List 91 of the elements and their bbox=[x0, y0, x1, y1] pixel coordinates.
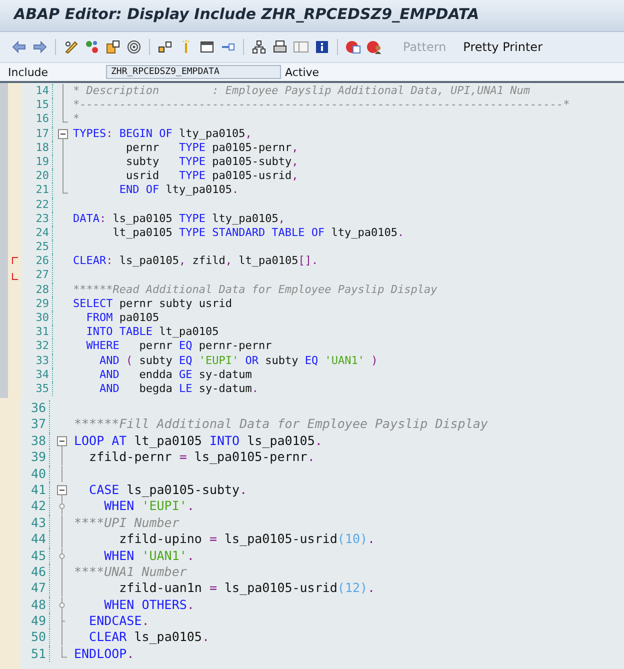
line-number: 25 bbox=[22, 240, 53, 254]
code-line: ******Read Additional Data for Employee Payslip Display bbox=[73, 282, 438, 297]
code-line: AND begda LE sy-datum. bbox=[98, 382, 260, 396]
code-line: ******Fill Additional Data for Employee Payslip Display bbox=[74, 416, 489, 433]
line-number: 44 bbox=[20, 531, 50, 548]
code-line: usrid TYPE pa0105-usrid, bbox=[124, 169, 300, 184]
code-line: pernr TYPE pa0105-pernr, bbox=[124, 140, 300, 155]
spiral-icon[interactable] bbox=[126, 39, 142, 55]
line-number: 20 bbox=[22, 169, 53, 184]
stop-window-icon[interactable] bbox=[345, 39, 361, 55]
code-line: WHEN OTHERS. bbox=[103, 596, 196, 614]
line-number: 39 bbox=[20, 449, 50, 466]
code-line: ****UNA1 Number bbox=[74, 564, 188, 580]
code-line: *-------------------------------------------------------------------------* bbox=[73, 98, 571, 112]
line-number: 32 bbox=[22, 339, 53, 354]
code-line: zfild-uan1n = ls_pa0105-usrid(12). bbox=[118, 580, 376, 597]
line-number: 24 bbox=[22, 226, 53, 240]
field-label: Include bbox=[8, 66, 50, 78]
line-number: 21 bbox=[22, 183, 53, 198]
line-number: 38 bbox=[20, 432, 50, 450]
code-editor[interactable] bbox=[0, 83, 624, 398]
code-line: FROM pa0105 bbox=[85, 311, 160, 326]
code-line: * bbox=[73, 112, 81, 127]
line-number: 51 bbox=[20, 646, 50, 662]
code-line: ENDLOOP. bbox=[74, 646, 136, 662]
stop-user-icon[interactable] bbox=[366, 39, 382, 55]
line-number: 42 bbox=[20, 498, 50, 515]
line-number: 45 bbox=[20, 548, 50, 564]
code-line: subty TYPE pa0105-subty, bbox=[124, 154, 300, 170]
window-icon[interactable] bbox=[199, 39, 215, 55]
code-line: AND ( subty EQ 'EUPI' OR subty EQ 'UAN1' ) bbox=[98, 354, 379, 368]
code-line: WHEN 'UAN1'. bbox=[103, 548, 196, 564]
code-line: ****UPI Number bbox=[74, 514, 180, 532]
line-number: 46 bbox=[20, 564, 50, 580]
line-number: 22 bbox=[22, 198, 53, 212]
line-number: 18 bbox=[22, 140, 53, 155]
line-number: 15 bbox=[22, 98, 53, 112]
code-line: LOOP AT lt_pa0105 INTO ls_pa0105. bbox=[74, 432, 324, 450]
panel-icon[interactable] bbox=[293, 39, 309, 55]
code-line: TYPES: BEGIN OF lty_pa0105, bbox=[73, 126, 253, 141]
forward-arrow-icon[interactable] bbox=[32, 39, 48, 55]
line-number: 23 bbox=[22, 212, 53, 226]
fold-toggle-icon[interactable] bbox=[57, 126, 69, 141]
code-line: CLEAR: ls_pa0105, zfild, lt_pa0105[]. bbox=[73, 254, 320, 268]
code-line: ENDCASE. bbox=[88, 613, 150, 630]
line-number: 34 bbox=[22, 368, 53, 382]
back-arrow-icon[interactable] bbox=[11, 39, 27, 55]
code-line: INTO TABLE lt_pa0105 bbox=[85, 325, 220, 340]
code-line: zfild-upino = ls_pa0105-usrid(10). bbox=[118, 531, 376, 548]
line-number: 49 bbox=[20, 613, 50, 630]
info-icon[interactable] bbox=[314, 39, 330, 55]
code-line: SELECT pernr subty usrid bbox=[73, 296, 233, 312]
code-line: DATA: ls_pa0105 TYPE lty_pa0105, bbox=[73, 212, 286, 226]
object-list-icon[interactable] bbox=[105, 39, 121, 55]
code-line: WHERE pernr EQ pernr-pernr bbox=[85, 339, 273, 354]
code-line: WHEN 'EUPI'. bbox=[103, 498, 196, 515]
line-number: 40 bbox=[20, 466, 50, 482]
code-line: zfild-pernr = ls_pa0105-pernr. bbox=[88, 449, 316, 466]
code-line: CASE ls_pa0105-subty. bbox=[88, 482, 248, 498]
window-title: ABAP Editor: Display Include ZHR_RPCEDSZ9_EMPDATA bbox=[14, 5, 480, 23]
printer-icon[interactable] bbox=[272, 39, 288, 55]
toolbar-button[interactable]: Pretty Printer bbox=[457, 38, 548, 56]
line-number: 14 bbox=[22, 84, 53, 98]
line-number: 37 bbox=[20, 416, 50, 433]
line-number: 17 bbox=[22, 126, 53, 141]
line-number: 43 bbox=[20, 514, 50, 532]
line-number: 30 bbox=[22, 311, 53, 326]
line-number: 28 bbox=[22, 282, 53, 297]
line-number: 47 bbox=[20, 580, 50, 597]
line-number: 26 bbox=[22, 254, 53, 268]
line-number: 19 bbox=[22, 154, 53, 170]
line-number: 35 bbox=[22, 382, 53, 396]
code-line: AND endda GE sy-datum bbox=[98, 368, 253, 382]
line-number: 36 bbox=[20, 400, 50, 416]
line-number: 41 bbox=[20, 482, 50, 498]
line-number: 31 bbox=[22, 325, 53, 340]
code-line: CLEAR ls_pa0105. bbox=[88, 629, 210, 646]
line-number: 16 bbox=[22, 112, 53, 127]
code-line: * Description : Employee Payslip Additional Data, UPI,UNA1 Num bbox=[73, 84, 531, 98]
line-number: 48 bbox=[20, 596, 50, 614]
line-number: 29 bbox=[22, 296, 53, 312]
include-name-field[interactable]: ZHR_RPCEDSZ9_EMPDATA bbox=[106, 65, 281, 79]
pencil-glasses-icon[interactable] bbox=[63, 39, 79, 55]
code-editor[interactable] bbox=[0, 398, 624, 669]
tree-icon[interactable] bbox=[251, 39, 267, 55]
line-number: 33 bbox=[22, 354, 53, 368]
status-text: Active bbox=[285, 66, 320, 78]
line-number: 27 bbox=[22, 268, 53, 283]
line-number: 50 bbox=[20, 629, 50, 646]
code-line: END OF lty_pa0105. bbox=[118, 183, 240, 198]
code-line: lt_pa0105 TYPE STANDARD TABLE OF lty_pa0105. bbox=[112, 226, 406, 240]
